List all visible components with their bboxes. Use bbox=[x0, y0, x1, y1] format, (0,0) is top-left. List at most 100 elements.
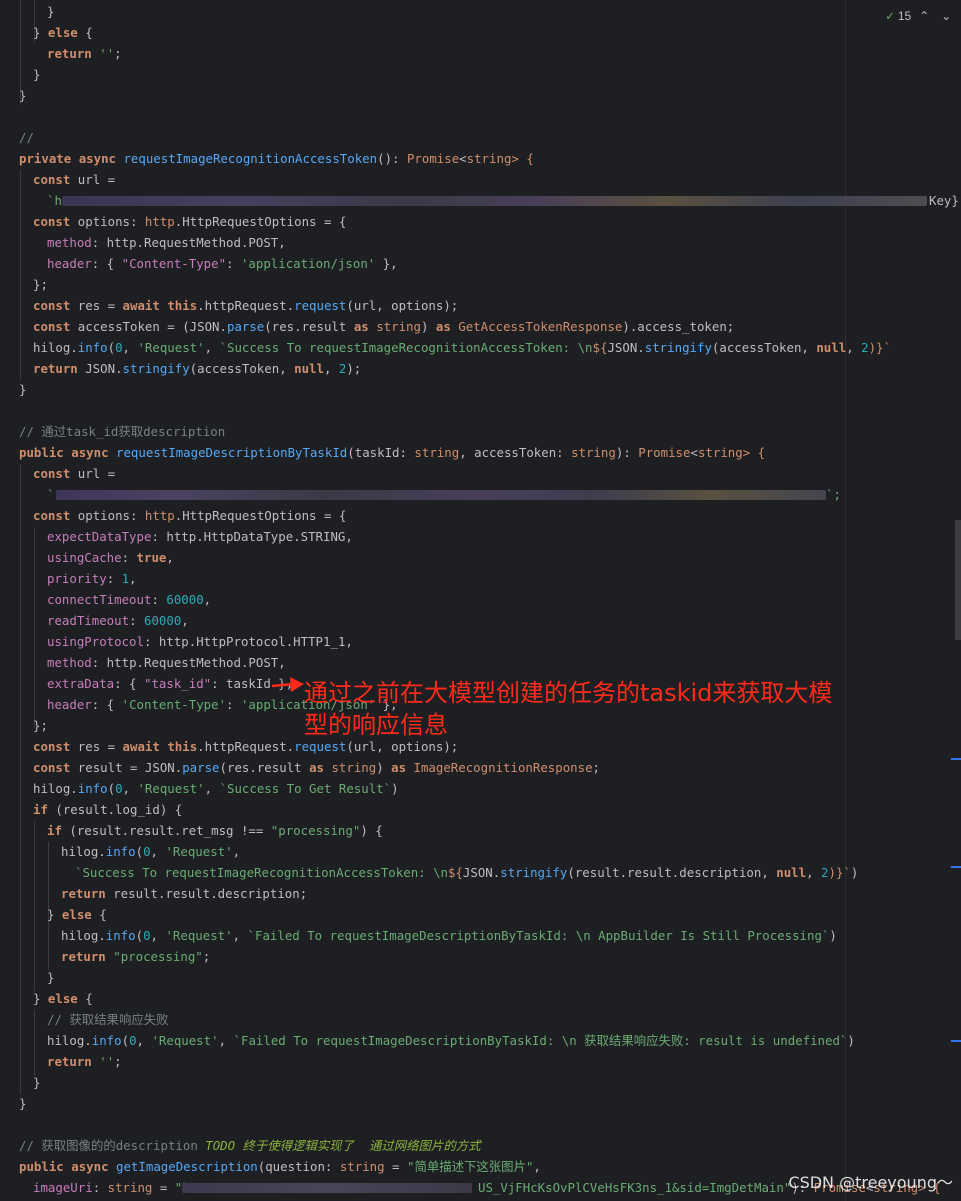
code-token: stringify bbox=[500, 865, 568, 880]
code-token: readTimeout bbox=[47, 613, 130, 628]
vertical-scrollbar-thumb[interactable] bbox=[955, 520, 961, 640]
code-token: return bbox=[47, 46, 92, 61]
code-token: , bbox=[166, 550, 174, 565]
code-token: 'Request' bbox=[137, 340, 205, 355]
code-editor[interactable]: } } else { return ''; } } // private asy… bbox=[0, 0, 961, 1201]
code-token: .httpRequest. bbox=[197, 298, 295, 313]
code-token: { bbox=[77, 991, 93, 1006]
code-token: (url, options); bbox=[346, 298, 459, 313]
code-token: imageUri bbox=[33, 1180, 93, 1195]
inspection-widget[interactable]: ✓ 15 ⌃ ⌄ bbox=[886, 7, 955, 25]
code-token: requestImageDescriptionByTaskId bbox=[116, 445, 348, 460]
code-token: // 获取结果响应失败 bbox=[47, 1012, 169, 1027]
scrollbar-marker bbox=[951, 866, 961, 868]
code-token: if bbox=[47, 823, 62, 838]
code-token: (taskId: bbox=[347, 445, 415, 460]
code-token: expectDataType bbox=[47, 529, 152, 544]
code-token: ); bbox=[346, 361, 362, 376]
code-token: return bbox=[33, 361, 78, 376]
chevron-up-icon[interactable]: ⌃ bbox=[915, 9, 933, 23]
code-token: await bbox=[122, 739, 160, 754]
code-token: 'Request' bbox=[165, 928, 233, 943]
code-line: method: http.RequestMethod.POST, bbox=[47, 232, 286, 253]
code-token: string bbox=[697, 445, 743, 460]
code-token: ) { bbox=[360, 823, 383, 838]
code-token: 'Request' bbox=[165, 844, 233, 859]
code-comment: // 获取图像的的description TODO 终于使得逻辑实现了 通过网络… bbox=[19, 1135, 481, 1156]
code-token: (result.result.description, bbox=[567, 865, 777, 880]
indent-guide bbox=[34, 821, 35, 991]
code-token: stringify bbox=[644, 340, 712, 355]
code-token: // 获取图像的的description bbox=[19, 1138, 206, 1153]
code-token: as bbox=[391, 760, 407, 775]
code-token: , bbox=[232, 844, 241, 859]
code-line: if (result.result.ret_msg !== "processin… bbox=[47, 820, 383, 841]
code-line: return result.result.description; bbox=[61, 883, 307, 904]
code-line: private async requestImageRecognitionAcc… bbox=[19, 148, 534, 169]
code-token: '' bbox=[99, 1054, 115, 1069]
code-token: parse bbox=[226, 319, 265, 334]
code-token: const bbox=[33, 172, 71, 187]
code-token: , bbox=[150, 928, 166, 943]
code-token: result.result.description; bbox=[105, 886, 308, 901]
code-token: result = JSON. bbox=[70, 760, 183, 775]
code-token: ( bbox=[107, 781, 116, 796]
check-icon: ✓ bbox=[886, 8, 894, 24]
code-token: return bbox=[61, 886, 106, 901]
code-token: 60000 bbox=[143, 613, 182, 628]
redacted-url bbox=[182, 1183, 472, 1193]
code-token: method bbox=[47, 235, 92, 250]
code-line: const url = bbox=[33, 463, 115, 484]
code-token: hilog. bbox=[61, 928, 106, 943]
code-line: } bbox=[19, 379, 26, 400]
code-token: url = bbox=[70, 172, 116, 187]
code-token: .HttpRequestOptions = { bbox=[174, 508, 347, 523]
code-token: : { bbox=[114, 676, 144, 691]
code-line: }; bbox=[33, 274, 48, 295]
code-token: null bbox=[816, 340, 847, 355]
code-token: parse bbox=[182, 760, 220, 775]
code-line: const options: http.HttpRequestOptions =… bbox=[33, 211, 346, 232]
code-token: info bbox=[105, 844, 136, 859]
code-line: } else { bbox=[47, 904, 107, 925]
code-line: } bbox=[47, 1, 54, 22]
code-token: 'Request' bbox=[137, 781, 205, 796]
code-line: } bbox=[19, 85, 26, 106]
code-token: info bbox=[77, 340, 108, 355]
code-token: else bbox=[47, 25, 78, 40]
code-line: usingCache: true, bbox=[47, 547, 174, 568]
code-line: } else { bbox=[33, 22, 93, 43]
chevron-down-icon[interactable]: ⌄ bbox=[937, 9, 955, 23]
code-token: as bbox=[353, 319, 369, 334]
code-token: ; bbox=[114, 1054, 122, 1069]
code-token: true bbox=[136, 550, 167, 565]
code-token: string bbox=[368, 319, 421, 334]
code-token: ) bbox=[420, 319, 436, 334]
code-token: ) bbox=[850, 865, 859, 880]
code-token: `Success To Get Result` bbox=[219, 781, 392, 796]
code-token: , bbox=[323, 361, 339, 376]
code-token: const bbox=[33, 760, 71, 775]
code-token: } bbox=[19, 88, 27, 103]
code-token: 2 bbox=[861, 340, 869, 355]
code-line: } else { bbox=[33, 988, 93, 1009]
code-token: "简单描述下这张图片" bbox=[406, 1159, 534, 1174]
code-token: Key} bbox=[929, 193, 959, 208]
code-token: public bbox=[19, 445, 64, 460]
code-token: `Success To requestImageRecognitionAcces… bbox=[219, 340, 593, 355]
code-line: usingProtocol: http.HttpProtocol.HTTP1_1… bbox=[47, 631, 353, 652]
code-token: JSON. bbox=[462, 865, 501, 880]
code-token: ` bbox=[47, 487, 55, 502]
code-token: ${ bbox=[592, 340, 608, 355]
code-line: return "processing"; bbox=[61, 946, 210, 967]
code-token: res = bbox=[70, 298, 123, 313]
code-token: if bbox=[33, 802, 48, 817]
code-token: , bbox=[122, 340, 138, 355]
code-token: options: bbox=[70, 508, 145, 523]
code-token: stringify bbox=[122, 361, 190, 376]
code-token: ).access_token; bbox=[622, 319, 735, 334]
code-token: private bbox=[19, 151, 72, 166]
code-token: info bbox=[91, 1033, 122, 1048]
code-token: await bbox=[122, 298, 160, 313]
code-line: header: { "Content-Type": 'application/j… bbox=[47, 253, 398, 274]
